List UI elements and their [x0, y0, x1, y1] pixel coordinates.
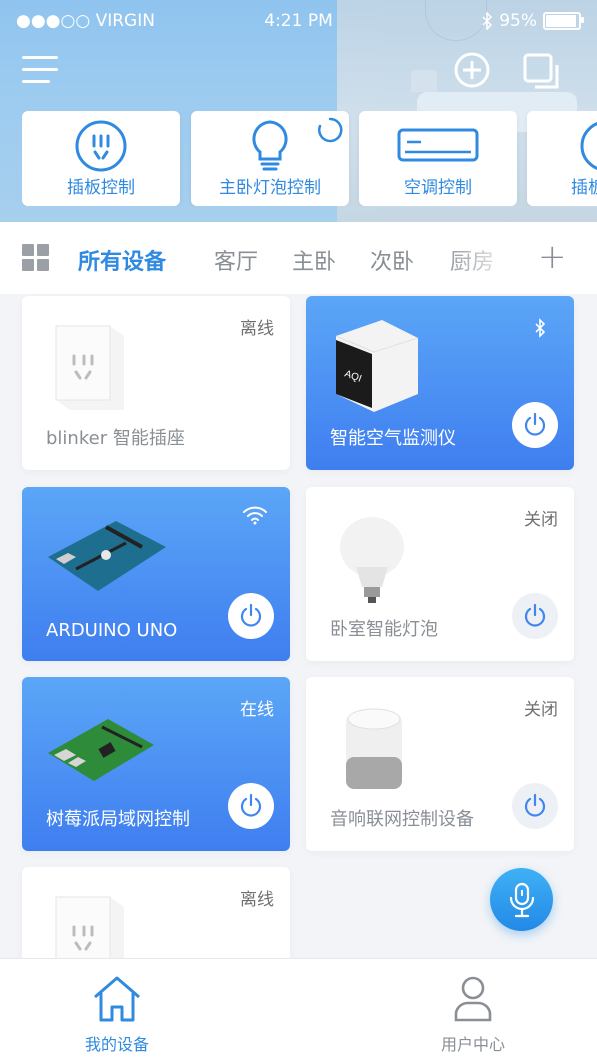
power-button[interactable]	[228, 783, 274, 829]
power-button[interactable]	[512, 783, 558, 829]
smart-plug-image	[55, 896, 124, 958]
device-name: 音响联网控制设备	[330, 809, 474, 830]
device-status: 关闭	[524, 700, 558, 720]
device-name: 卧室智能灯泡	[330, 619, 438, 640]
device-card-raspberry-pi[interactable]: 在线 树莓派局域网控制	[22, 677, 290, 851]
light-bulb-image	[340, 517, 404, 603]
device-card-air-monitor[interactable]: AQI 智能空气监测仪	[306, 296, 574, 470]
home-icon	[94, 976, 140, 1022]
scene-label: 主卧灯泡控制	[219, 178, 321, 198]
socket-icon	[75, 120, 127, 172]
socket-icon	[580, 122, 597, 170]
bluetooth-icon	[535, 318, 546, 338]
smart-speaker-image	[346, 708, 402, 789]
device-card-speaker[interactable]: 关闭 音响联网控制设备	[306, 677, 574, 851]
device-status: 关闭	[524, 510, 558, 530]
nav-user-center[interactable]: 用户中心	[373, 959, 573, 1059]
device-name: 智能空气监测仪	[330, 428, 456, 449]
bottom-navigation: 我的设备 用户中心	[0, 958, 597, 1062]
user-icon	[454, 976, 492, 1022]
smart-plug-image	[55, 325, 124, 410]
device-grid: 离线 blinker 智能插座 AQI 智能空气监测仪 ARDUINO UNO	[0, 294, 597, 958]
device-status: 在线	[240, 700, 274, 720]
power-icon	[524, 603, 546, 627]
power-icon	[524, 412, 546, 436]
add-room-button[interactable]: +	[538, 240, 567, 274]
scene-shortcut-list: 插板控制 主卧灯泡控制 空调控制 插板	[22, 111, 597, 206]
device-name: ARDUINO UNO	[46, 620, 178, 641]
air-conditioner-icon	[397, 128, 479, 162]
scene-card-ac[interactable]: 空调控制	[359, 111, 517, 206]
tab-living-room[interactable]: 客厅	[214, 244, 258, 276]
device-name: blinker 智能插座	[46, 428, 185, 449]
battery-percent: 95%	[499, 11, 537, 31]
power-button[interactable]	[512, 402, 558, 448]
wifi-icon	[243, 506, 267, 525]
menu-icon[interactable]	[22, 54, 58, 86]
power-button[interactable]	[228, 593, 274, 639]
scene-label: 插板控制	[67, 178, 135, 198]
device-card-blinker-socket[interactable]: 离线 blinker 智能插座	[22, 296, 290, 470]
nav-my-devices[interactable]: 我的设备	[17, 959, 217, 1059]
scene-card-socket[interactable]: 插板控制	[22, 111, 180, 206]
scene-label: 空调控制	[404, 178, 472, 198]
battery-icon	[543, 12, 584, 30]
header-banner: ●●●○○ VIRGIN 4:21 PM 95% 插板控制 主卧灯泡控制 空调控…	[0, 0, 597, 222]
add-device-button[interactable]	[454, 52, 490, 88]
device-card-arduino[interactable]: ARDUINO UNO	[22, 487, 290, 661]
tab-all-devices[interactable]: 所有设备	[78, 244, 166, 276]
scene-card-bulb[interactable]: 主卧灯泡控制	[191, 111, 349, 206]
air-monitor-image: AQI	[335, 320, 419, 412]
device-status: 离线	[240, 890, 274, 910]
power-button[interactable]	[512, 593, 558, 639]
power-icon	[240, 603, 262, 627]
arduino-board-image	[48, 521, 166, 591]
room-tab-bar: 所有设备 客厅 主卧 次卧 厨房 +	[0, 222, 597, 294]
bulb-icon	[252, 120, 288, 171]
grid-view-icon[interactable]	[22, 244, 50, 272]
tab-second-bedroom[interactable]: 次卧	[370, 244, 414, 276]
voice-assistant-button[interactable]	[490, 868, 553, 931]
scene-card-socket-2[interactable]: 插板	[527, 111, 597, 206]
device-card-bedroom-bulb[interactable]: 关闭 卧室智能灯泡	[306, 487, 574, 661]
copy-icon[interactable]	[522, 52, 560, 90]
status-bar: ●●●○○ VIRGIN 4:21 PM 95%	[0, 0, 597, 44]
nav-label: 我的设备	[84, 1035, 149, 1054]
nav-label: 用户中心	[440, 1035, 505, 1054]
power-icon	[240, 793, 262, 817]
microphone-icon	[509, 882, 534, 917]
tab-master-bedroom[interactable]: 主卧	[292, 244, 336, 276]
bluetooth-icon	[482, 12, 493, 30]
scene-label: 插板	[571, 178, 597, 198]
device-card-socket-2[interactable]: 离线	[22, 867, 290, 958]
device-status: 离线	[240, 319, 274, 339]
raspberry-pi-image	[48, 719, 154, 781]
device-name: 树莓派局域网控制	[46, 809, 190, 830]
power-icon	[524, 793, 546, 817]
